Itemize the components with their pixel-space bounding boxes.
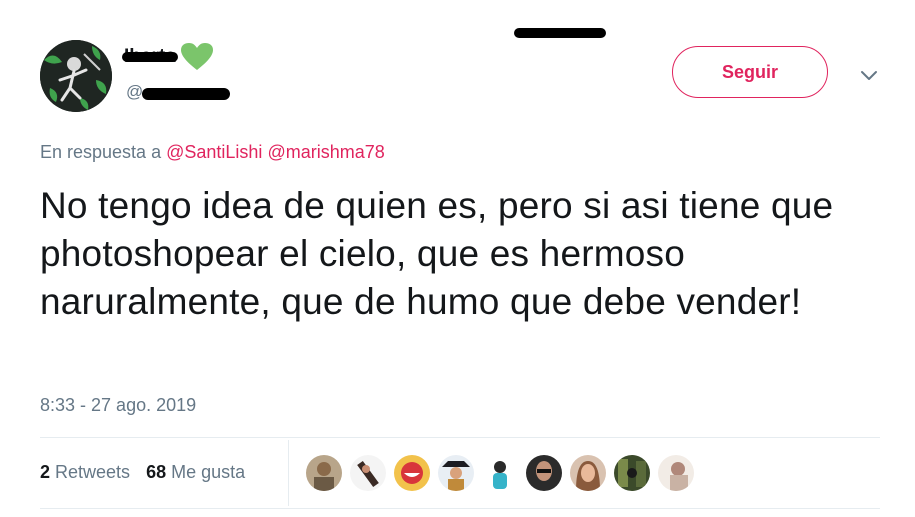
user-handle[interactable]: @ [126,82,143,102]
tweet-timestamp[interactable]: 8:33 - 27 ago. 2019 [40,395,196,416]
mention-link[interactable]: @SantiLishi [166,142,262,162]
avatar[interactable] [40,40,112,112]
liker-avatar[interactable] [526,455,562,491]
display-name[interactable]: Iharta [122,42,214,72]
liker-avatar[interactable] [350,455,386,491]
display-name-text: Iharta [122,46,178,68]
chevron-down-icon[interactable] [858,64,880,86]
tweet-text: No tengo idea de quien es, pero si asi t… [40,185,834,322]
liker-avatar[interactable] [482,455,518,491]
reply-prefix: En respuesta a [40,142,162,162]
reply-context: En respuesta a @SantiLishi @marishma78 [40,142,385,163]
retweets-stat[interactable]: 2 Retweets [40,462,130,483]
mention-link[interactable]: @marishma78 [267,142,384,162]
name-redaction [122,52,178,62]
divider [288,440,289,506]
liker-avatar[interactable] [394,455,430,491]
liker-avatar[interactable] [658,455,694,491]
likes-stat[interactable]: 68 Me gusta [146,462,245,483]
divider [40,437,880,438]
avatar-image [40,40,112,112]
green-heart-icon [180,43,213,70]
handle-redaction [142,88,230,100]
divider [40,508,880,509]
liker-avatar[interactable] [306,455,342,491]
liker-avatar[interactable] [570,455,606,491]
redaction-mark [514,28,606,38]
tweet-stats: 2 Retweets 68 Me gusta [40,462,245,483]
likers-avatars [306,455,694,491]
follow-button[interactable]: Seguir [672,46,828,98]
liker-avatar[interactable] [614,455,650,491]
liker-avatar[interactable] [438,455,474,491]
